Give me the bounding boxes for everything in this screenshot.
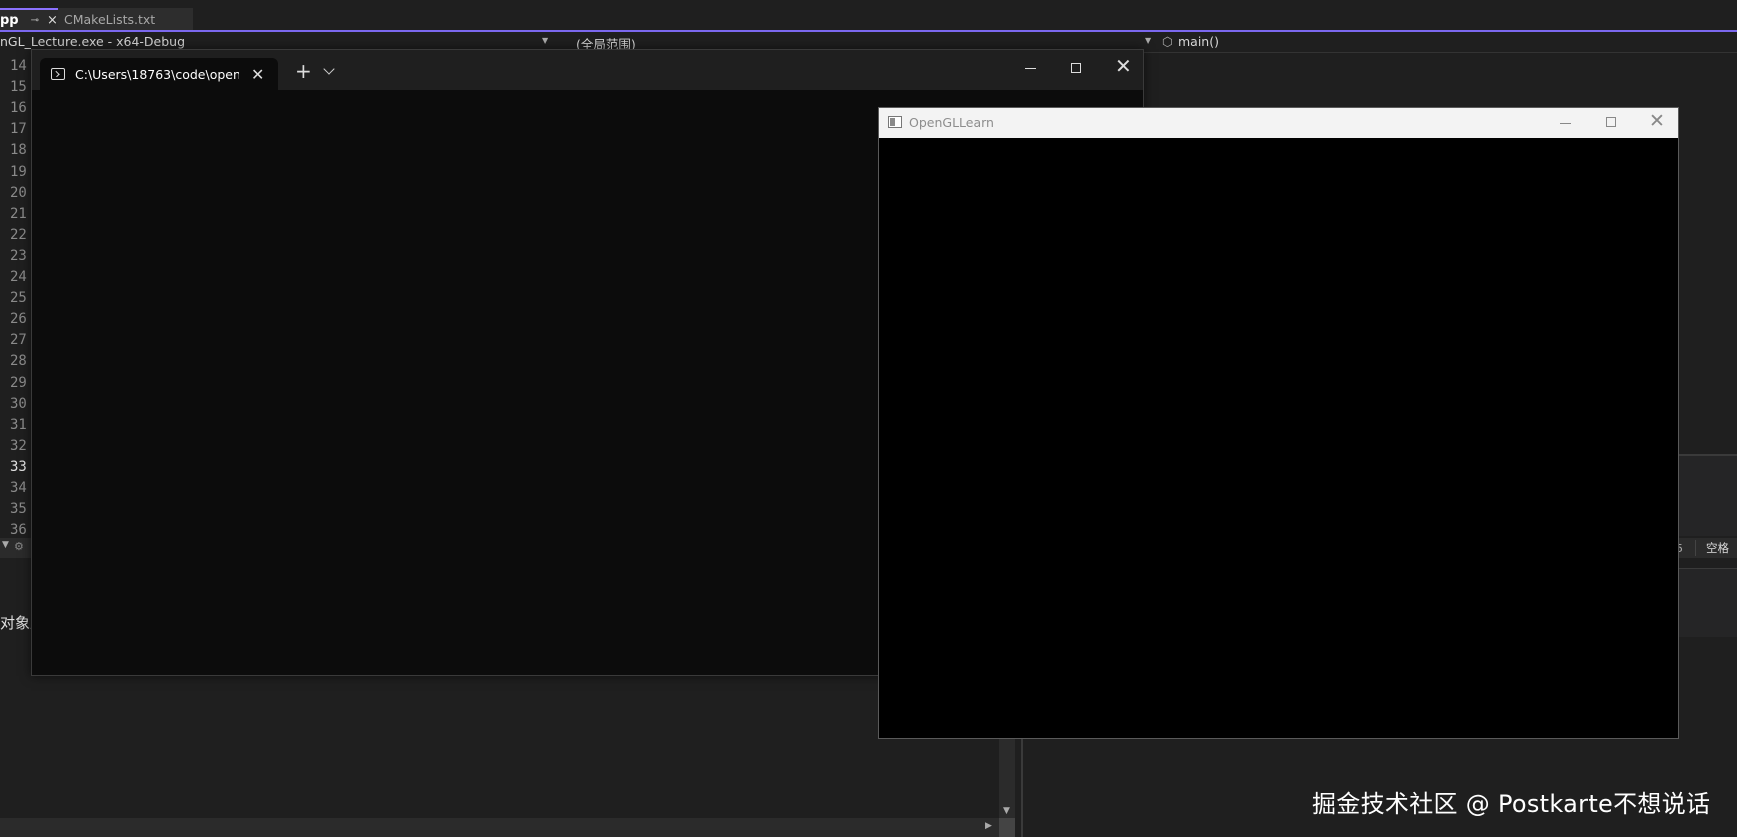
pin-icon[interactable]: ⊸ — [31, 15, 39, 26]
editor-tab-label: pp — [0, 12, 19, 28]
chevron-down-icon[interactable]: ▼ — [542, 36, 548, 45]
close-window-icon[interactable]: ✕ — [1649, 110, 1665, 132]
scrollbar-corner — [999, 818, 1015, 837]
line-number: 32 — [10, 437, 27, 454]
terminal-tab-title: C:\Users\18763\code\opengl_p — [75, 66, 239, 82]
close-tab-icon[interactable]: ✕ — [251, 65, 264, 84]
terminal-icon — [51, 68, 65, 80]
line-number: 23 — [10, 247, 27, 264]
line-number: 29 — [10, 374, 27, 391]
panel-splitter[interactable] — [1021, 730, 1023, 837]
line-number: 36 — [10, 522, 27, 539]
function-selector[interactable]: main() — [1178, 34, 1219, 49]
line-number: 25 — [10, 290, 27, 307]
line-number: 16 — [10, 100, 27, 117]
editor-tab-label: CMakeLists.txt — [64, 11, 156, 27]
line-number: 26 — [10, 311, 27, 328]
brush-icon[interactable]: ⚙ — [14, 540, 24, 553]
line-number-gutter: 14 15 16 17 18 19 20 21 22 23 24 25 26 27 28 29 30 31 32 33… — [0, 52, 32, 539]
line-number: 19 — [10, 163, 27, 180]
ide-tab-bar — [0, 0, 1737, 30]
close-tab-icon[interactable]: × — [47, 13, 58, 28]
line-number: 34 — [10, 480, 27, 496]
line-number: 21 — [10, 205, 27, 222]
minimize-icon[interactable] — [1025, 68, 1036, 69]
line-number: 20 — [10, 184, 27, 201]
line-number: 22 — [10, 226, 27, 243]
editor-tab-main-cpp[interactable]: pp ⊸ × — [0, 8, 58, 30]
watermark: 掘金技术社区 @ Postkarte不想说话 — [1312, 790, 1711, 818]
maximize-icon[interactable] — [1071, 63, 1081, 73]
chevron-down-icon[interactable]: ▼ — [2, 540, 9, 550]
chevron-down-icon[interactable] — [323, 63, 335, 75]
line-number: 27 — [10, 332, 27, 349]
line-number: 35 — [10, 501, 27, 518]
new-tab-plus-icon[interactable]: + — [295, 59, 312, 83]
line-number: 24 — [10, 269, 27, 285]
cube-icon: ⬡ — [1162, 34, 1173, 49]
chevron-right-icon[interactable]: ▶ — [985, 821, 992, 831]
line-number: 30 — [10, 395, 27, 412]
opengl-window[interactable]: OpenGLLearn ✕ — [878, 107, 1679, 739]
line-number: 33 — [10, 458, 27, 475]
side-panel — [1677, 456, 1737, 536]
line-number: 17 — [10, 121, 27, 138]
editor-tab-cmakelists[interactable]: CMakeLists.txt — [58, 8, 193, 30]
opengl-titlebar[interactable]: OpenGLLearn ✕ — [879, 108, 1678, 138]
maximize-icon[interactable] — [1606, 117, 1616, 127]
spacing-indicator[interactable]: 空格 — [1695, 540, 1729, 556]
terminal-titlebar[interactable]: C:\Users\18763\code\opengl_p ✕ + ✕ — [32, 50, 1143, 90]
terminal-tab[interactable]: C:\Users\18763\code\opengl_p ✕ — [40, 58, 278, 90]
line-number: 28 — [10, 353, 27, 370]
opengl-render-canvas[interactable] — [879, 138, 1678, 738]
editor-status-strip: ▼ ⚙ — [0, 538, 32, 558]
chevron-down-icon[interactable]: ▼ — [1145, 36, 1151, 45]
line-number: 18 — [10, 142, 27, 159]
side-lower-panel — [1677, 568, 1737, 637]
line-number: 14 — [10, 58, 27, 74]
close-window-icon[interactable]: ✕ — [1115, 54, 1132, 78]
project-selector[interactable]: nGL_Lecture.exe - x64-Debug — [0, 34, 185, 49]
horizontal-scrollbar[interactable]: ▶ — [0, 818, 999, 837]
window-title: OpenGLLearn — [909, 115, 994, 130]
line-number: 15 — [10, 79, 27, 96]
chevron-down-icon[interactable]: ▼ — [1003, 806, 1010, 816]
minimize-icon[interactable] — [1560, 123, 1571, 124]
window-app-icon — [888, 116, 902, 128]
line-number: 31 — [10, 416, 27, 433]
